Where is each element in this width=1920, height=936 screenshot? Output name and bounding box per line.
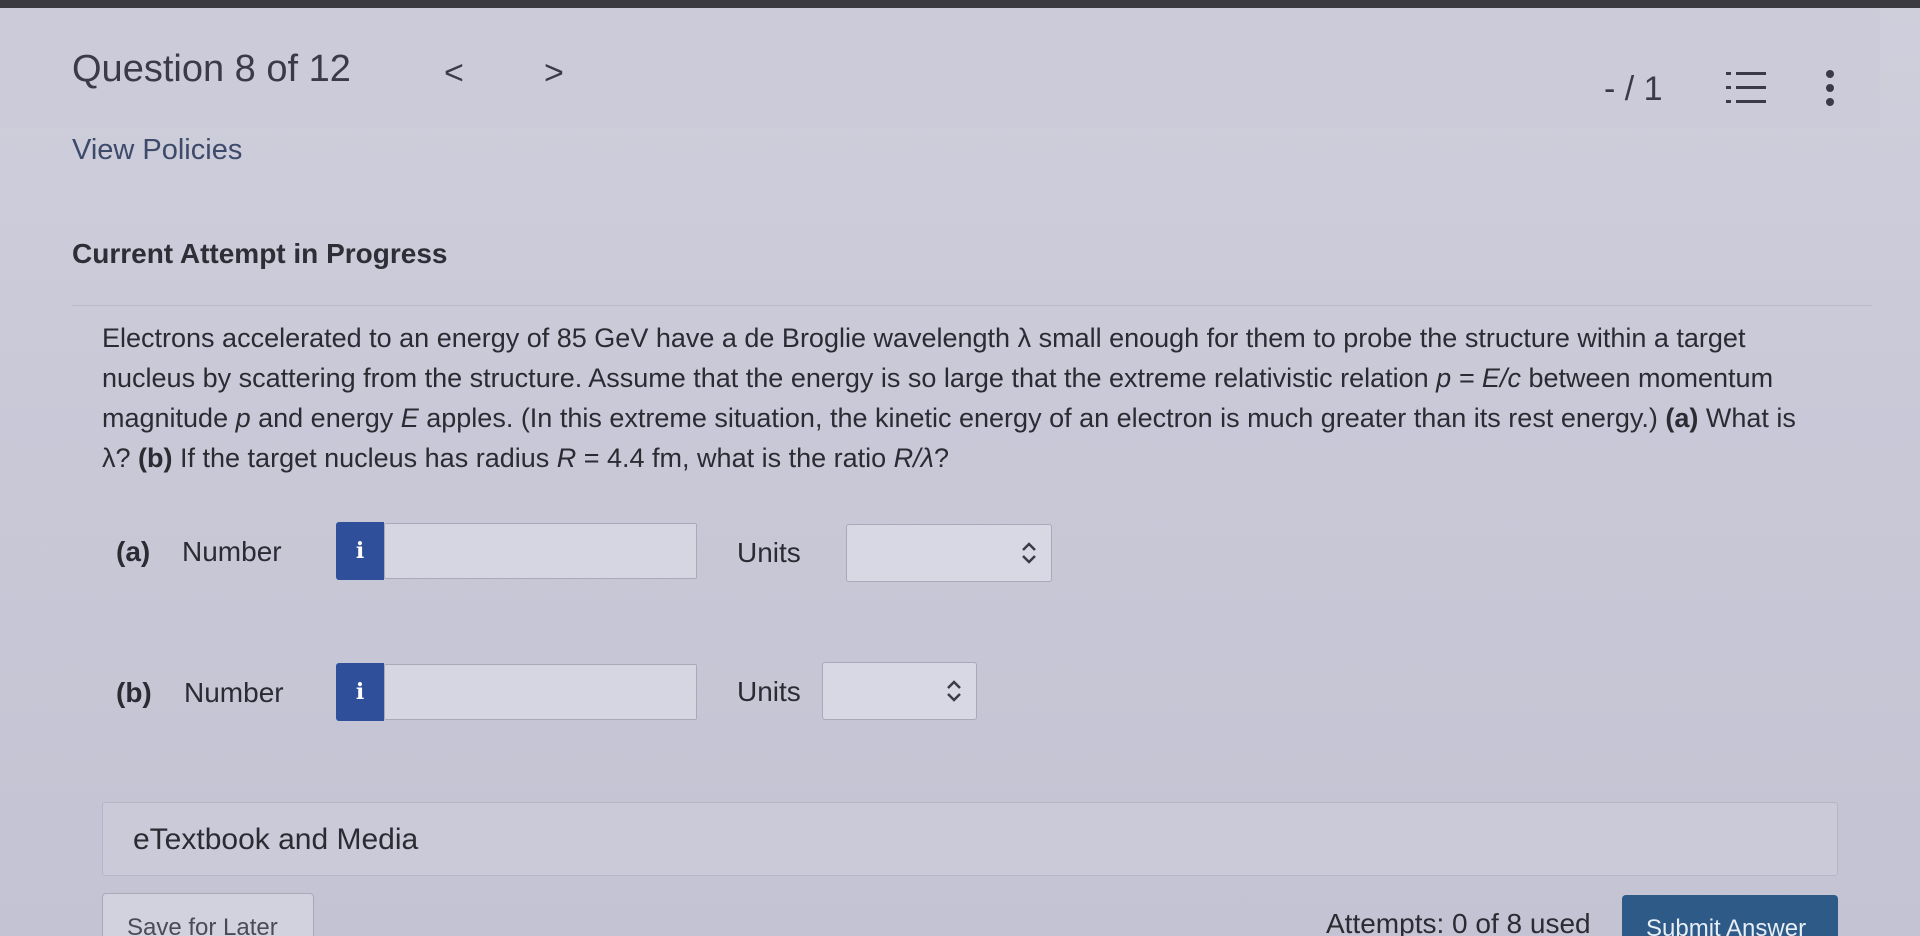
previous-question-button[interactable]: <	[444, 54, 464, 93]
part-b-tag: (b)	[116, 677, 152, 708]
part-a-info-button[interactable]: i	[336, 522, 384, 580]
submit-answer-label: Submit Answer	[1646, 915, 1807, 936]
window-top-edge	[0, 0, 1920, 8]
part-a-units-select[interactable]	[846, 524, 1052, 582]
divider	[72, 305, 1872, 306]
part-a-number-label: Number	[182, 536, 282, 567]
submit-answer-button[interactable]: Submit Answer	[1622, 895, 1838, 936]
etextbook-media-label: eTextbook and Media	[133, 823, 419, 856]
updown-chevron-icon	[1022, 542, 1036, 564]
view-policies-link[interactable]: View Policies	[72, 134, 242, 167]
attempts-counter: Attempts: 0 of 8 used	[1326, 908, 1591, 936]
question-text: Electrons accelerated to an energy of 85…	[102, 323, 1796, 473]
score-display: - / 1	[1604, 70, 1663, 108]
updown-chevron-icon	[947, 680, 961, 702]
next-question-button[interactable]: >	[544, 54, 564, 93]
more-options-icon[interactable]	[1823, 68, 1837, 108]
part-b-units-select[interactable]	[822, 662, 977, 720]
save-for-later-button[interactable]: Save for Later	[102, 893, 314, 936]
part-a-units-label: Units	[737, 537, 801, 568]
part-b-number-input[interactable]	[384, 664, 697, 720]
question-header: Question 8 of 12 < > - / 1	[0, 8, 1880, 128]
etextbook-media-panel[interactable]: eTextbook and Media	[102, 802, 1838, 876]
part-b-info-button[interactable]: i	[336, 663, 384, 721]
attempt-status: Current Attempt in Progress	[72, 238, 448, 269]
part-b-number-label: Number	[184, 677, 284, 708]
question-title: Question 8 of 12	[72, 48, 351, 90]
question-list-icon[interactable]	[1726, 70, 1768, 106]
part-a-tag: (a)	[116, 536, 151, 567]
part-b-units-label: Units	[737, 676, 801, 707]
save-for-later-label: Save for Later	[127, 914, 278, 936]
part-a-number-input[interactable]	[384, 523, 697, 579]
